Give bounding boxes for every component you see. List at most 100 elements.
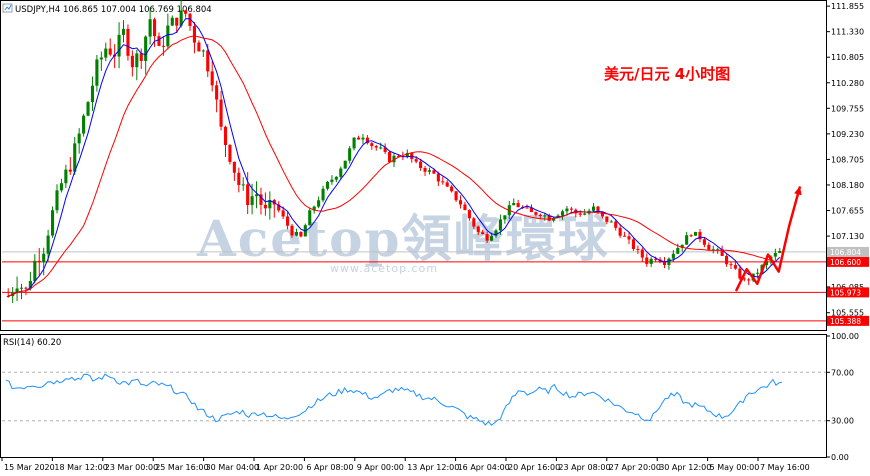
candle-body (560, 211, 565, 216)
x-tick-label: 5 May 00:00 (710, 463, 760, 472)
chart-area: Acetop領峰環球 www.acetop.com USDJPY,H4 106.… (0, 0, 869, 472)
y-tick-label: 110.280 (831, 79, 864, 88)
candle-body (436, 173, 440, 182)
candle-body (671, 253, 675, 259)
y-tick-label: 107.130 (831, 232, 864, 241)
projection-path (734, 186, 802, 292)
candle-body (645, 257, 649, 264)
candle-body (693, 231, 698, 236)
candle-body (623, 235, 627, 237)
x-tick-label: 6 Apr 08:00 (306, 463, 353, 472)
rsi-y-tick-label: 0.00 (831, 453, 849, 462)
candle-body (223, 126, 228, 146)
candle-body (206, 50, 210, 72)
candle-body (215, 85, 219, 100)
candle-body (627, 236, 631, 240)
candle-body (707, 244, 711, 250)
candle-body (166, 25, 170, 47)
y-tick-label: 110.805 (831, 53, 864, 62)
level-label: 106.600 (830, 258, 861, 267)
x-tick-label: 7 May 16:00 (760, 463, 810, 472)
candle-body (348, 148, 352, 161)
candle-body (490, 235, 494, 241)
candle-body (778, 250, 782, 253)
candle-body (485, 234, 489, 241)
y-tick-label: 111.330 (831, 28, 864, 37)
candle-body (414, 159, 418, 162)
candle-body (773, 252, 777, 257)
x-tick-label: 27 Apr 20:00 (609, 463, 661, 472)
candle-body (538, 214, 542, 216)
x-tick-label: 9 Apr 00:00 (357, 463, 404, 472)
candle-body (361, 137, 365, 140)
candle-body (86, 102, 90, 116)
candle-body (73, 143, 77, 172)
candle-body (121, 28, 126, 35)
candle-body (117, 34, 121, 57)
candle-body (330, 179, 334, 182)
candle-body (450, 186, 454, 192)
candle-body (334, 176, 338, 180)
x-tick-label: 15 Mar 2020 (4, 463, 55, 472)
candle-body (685, 235, 689, 245)
candle-body (135, 53, 139, 68)
x-tick-label: 23 Apr 08:00 (558, 463, 610, 472)
y-tick-label: 109.230 (831, 130, 864, 139)
rsi-y-tick-label: 30.00 (831, 417, 854, 426)
candle-body (667, 258, 671, 266)
candle-body (19, 287, 24, 289)
candle-body (356, 137, 361, 140)
main-chart-frame (0, 0, 827, 331)
candle-body (578, 213, 582, 215)
candle-body (565, 208, 569, 212)
candle-body (432, 170, 436, 174)
x-tick-label: 25 Mar 16:00 (155, 463, 208, 472)
candle-body (472, 218, 476, 227)
candle-body (144, 36, 148, 61)
y-tick-label: 107.655 (831, 207, 864, 216)
candle-body (343, 160, 347, 169)
level-label: 105.973 (830, 288, 861, 297)
candle-body (82, 115, 86, 134)
candle-body (157, 36, 161, 46)
candle-body (427, 170, 432, 172)
candle-body (263, 204, 267, 209)
candle-body (388, 151, 392, 163)
candle-body (512, 203, 516, 206)
rsi-line (5, 373, 783, 426)
candle-body (458, 200, 463, 205)
candle-body (130, 55, 134, 68)
candle-body (308, 210, 312, 226)
candle-body (370, 143, 374, 147)
candle-body (99, 57, 103, 60)
candle-body (317, 200, 321, 207)
rsi-title: RSI(14) 60.20 (3, 338, 61, 348)
candle-body (662, 262, 667, 266)
candle-body (77, 133, 81, 144)
candle-body (148, 19, 152, 37)
candle-body (605, 216, 609, 222)
candle-body (596, 206, 600, 212)
candle-body (441, 181, 445, 183)
candle-body (294, 231, 298, 236)
candle-body (192, 26, 197, 43)
candle-body (68, 169, 72, 172)
candle-body (210, 71, 214, 86)
candle-body (339, 168, 343, 177)
candle-body (219, 99, 223, 127)
candle-body (42, 253, 46, 263)
candle-body (591, 206, 596, 211)
y-tick-label: 111.855 (831, 2, 864, 11)
candle-body (55, 190, 59, 211)
candle-body (525, 207, 529, 209)
candle-body (379, 147, 383, 149)
candle-body (374, 146, 378, 148)
candle-body (481, 232, 485, 235)
projection (734, 186, 802, 292)
candle-body (64, 169, 68, 184)
x-tick-label: 23 Mar 00:00 (105, 463, 158, 472)
candle-body (201, 50, 205, 52)
level-label: 105.388 (830, 317, 861, 326)
candle-body (175, 17, 179, 26)
candle-body (618, 227, 622, 236)
